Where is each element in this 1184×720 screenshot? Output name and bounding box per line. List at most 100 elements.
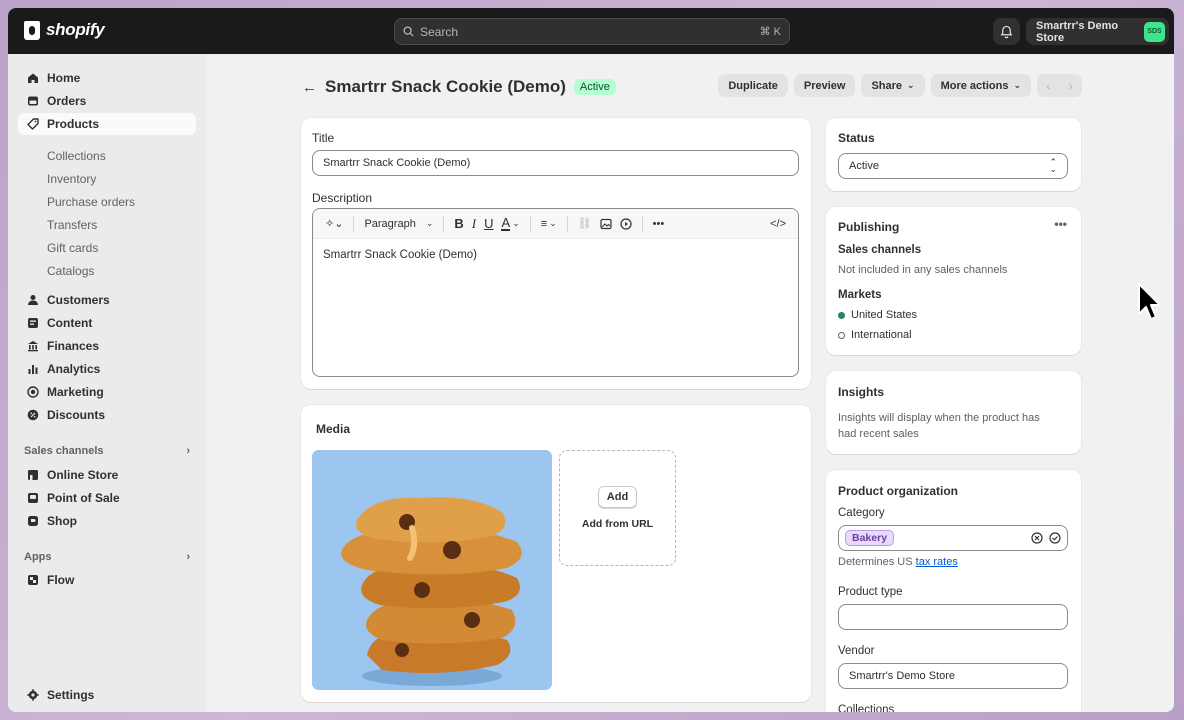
- media-card: Media Add Add from URL: [301, 405, 811, 702]
- add-from-url-link[interactable]: Add from URL: [582, 518, 653, 530]
- bold-icon[interactable]: B: [450, 214, 467, 234]
- inactive-dot-icon: [838, 331, 845, 339]
- sidebar-item-marketing[interactable]: Marketing: [18, 381, 196, 403]
- image-icon[interactable]: [596, 214, 616, 234]
- sidebar-item-shop[interactable]: Shop: [18, 510, 196, 532]
- gear-icon: [26, 689, 39, 702]
- duplicate-button[interactable]: Duplicate: [718, 74, 788, 97]
- page-header: ← Smartrr Snack Cookie (Demo) Active Dup…: [302, 74, 1082, 100]
- back-arrow-icon[interactable]: ←: [302, 79, 317, 96]
- sidebar-item-flow[interactable]: Flow: [18, 569, 196, 591]
- paragraph-select[interactable]: Paragraph ⌄: [360, 214, 437, 234]
- select-arrows-icon: ⌃ ⌄: [1049, 157, 1057, 174]
- search-icon: [403, 26, 414, 37]
- media-label: Media: [316, 422, 351, 436]
- apps-section[interactable]: Apps ›: [24, 551, 190, 563]
- vendor-field[interactable]: Smartrr's Demo Store: [838, 663, 1068, 689]
- sidebar-subitem-purchase-orders[interactable]: Purchase orders: [47, 195, 135, 209]
- code-view-icon[interactable]: </>: [766, 214, 790, 234]
- sidebar-subitem-gift-cards[interactable]: Gift cards: [47, 241, 98, 255]
- search-placeholder: Search: [420, 24, 459, 39]
- notifications-button[interactable]: [993, 18, 1020, 45]
- sidebar-subitem-transfers[interactable]: Transfers: [47, 218, 97, 232]
- insights-card: Insights Insights will display when the …: [826, 371, 1081, 454]
- previous-product-icon[interactable]: ‹: [1046, 79, 1050, 93]
- sidebar-item-home[interactable]: Home: [18, 67, 196, 89]
- pos-icon: [26, 492, 39, 505]
- product-details-card: Title Smartrr Snack Cookie (Demo) Descri…: [301, 118, 811, 389]
- chevron-down-icon: ⌄: [907, 80, 915, 90]
- more-formatting-icon[interactable]: •••: [649, 214, 669, 234]
- collections-label: Collections: [838, 704, 895, 712]
- video-icon[interactable]: [616, 214, 636, 234]
- shopify-logo[interactable]: shopify: [24, 20, 105, 40]
- home-icon: [26, 72, 39, 85]
- text-color-icon[interactable]: A ⌄: [497, 214, 523, 234]
- shopify-bag-icon: [24, 20, 40, 40]
- clear-icon[interactable]: [1031, 532, 1043, 544]
- next-product-icon[interactable]: ›: [1069, 79, 1073, 93]
- chevron-down-icon: ⌄: [1013, 80, 1021, 90]
- sidebar-item-settings[interactable]: Settings: [18, 684, 196, 706]
- share-button[interactable]: Share ⌄: [861, 74, 925, 97]
- product-image[interactable]: [312, 450, 552, 690]
- pagination: ‹ ›: [1037, 74, 1082, 97]
- preview-button[interactable]: Preview: [793, 74, 856, 97]
- active-dot-icon: [838, 311, 845, 319]
- italic-icon[interactable]: I: [468, 214, 480, 234]
- status-label: Status: [838, 131, 875, 145]
- top-bar: shopify Search ⌘ K Smartrr's Demo Store …: [8, 8, 1174, 54]
- sidebar-subitem-catalogs[interactable]: Catalogs: [47, 264, 94, 278]
- sidebar-item-orders[interactable]: Orders: [18, 90, 196, 112]
- link-icon[interactable]: ⛓: [574, 214, 596, 234]
- align-icon[interactable]: ≡ ⌄: [537, 214, 561, 234]
- sidebar-subitem-inventory[interactable]: Inventory: [47, 172, 96, 186]
- search-input[interactable]: Search ⌘ K: [394, 18, 790, 45]
- shop-icon: [26, 515, 39, 528]
- store-avatar: SDS: [1144, 21, 1165, 42]
- sidebar-item-online-store[interactable]: Online Store: [18, 464, 196, 486]
- search-shortcut: ⌘ K: [759, 26, 781, 38]
- category-field[interactable]: Bakery: [838, 525, 1068, 551]
- market-item: United States: [838, 309, 917, 321]
- media-dropzone[interactable]: Add Add from URL: [559, 450, 676, 566]
- sales-channels-label: Sales channels: [838, 244, 922, 256]
- insights-text: had recent sales: [838, 428, 919, 440]
- discount-icon: [26, 409, 39, 422]
- title-field[interactable]: Smartrr Snack Cookie (Demo): [312, 150, 799, 176]
- insights-label: Insights: [838, 385, 885, 399]
- sidebar-item-products[interactable]: Products: [18, 113, 196, 135]
- tax-note: Determines US tax rates: [838, 556, 958, 568]
- person-icon: [26, 294, 39, 307]
- tax-rates-link[interactable]: tax rates: [916, 556, 958, 568]
- sidebar: Home Orders Products Collections Invento…: [8, 54, 206, 712]
- sales-channels-section[interactable]: Sales channels ›: [24, 445, 190, 457]
- product-organization-card: Product organization Category Bakery Det…: [826, 470, 1081, 712]
- sidebar-item-customers[interactable]: Customers: [18, 289, 196, 311]
- sidebar-item-content[interactable]: Content: [18, 312, 196, 334]
- confirm-icon[interactable]: [1049, 532, 1061, 544]
- store-name: Smartrr's Demo Store: [1036, 19, 1119, 44]
- chevron-right-icon: ›: [186, 445, 190, 457]
- title-label: Title: [312, 131, 335, 145]
- sidebar-item-finances[interactable]: Finances: [18, 335, 196, 357]
- sidebar-item-analytics[interactable]: Analytics: [18, 358, 196, 380]
- store-menu-button[interactable]: Smartrr's Demo Store SDS: [1026, 18, 1169, 45]
- product-type-field[interactable]: [838, 604, 1068, 630]
- description-text[interactable]: Smartrr Snack Cookie (Demo): [313, 239, 798, 271]
- status-card: Status Active ⌃ ⌄: [826, 118, 1081, 191]
- header-actions: Duplicate Preview Share ⌄ More actions ⌄…: [718, 74, 1082, 97]
- product-organization-label: Product organization: [838, 484, 958, 498]
- underline-icon[interactable]: U: [480, 214, 497, 234]
- more-options-icon[interactable]: •••: [1054, 217, 1067, 231]
- sidebar-item-discounts[interactable]: Discounts: [18, 404, 196, 426]
- more-actions-button[interactable]: More actions ⌄: [930, 74, 1031, 97]
- sidebar-item-point-of-sale[interactable]: Point of Sale: [18, 487, 196, 509]
- status-select[interactable]: Active ⌃ ⌄: [838, 153, 1068, 179]
- description-editor: ✧⌄ Paragraph ⌄ B I U A ⌄ ≡ ⌄ ⛓ ••• </> Smar…: [312, 208, 799, 377]
- add-media-button[interactable]: Add: [597, 486, 638, 508]
- magic-icon[interactable]: ✧⌄: [321, 214, 347, 234]
- content-icon: [26, 317, 39, 330]
- tag-icon: [26, 118, 39, 131]
- sidebar-subitem-collections[interactable]: Collections: [47, 149, 106, 163]
